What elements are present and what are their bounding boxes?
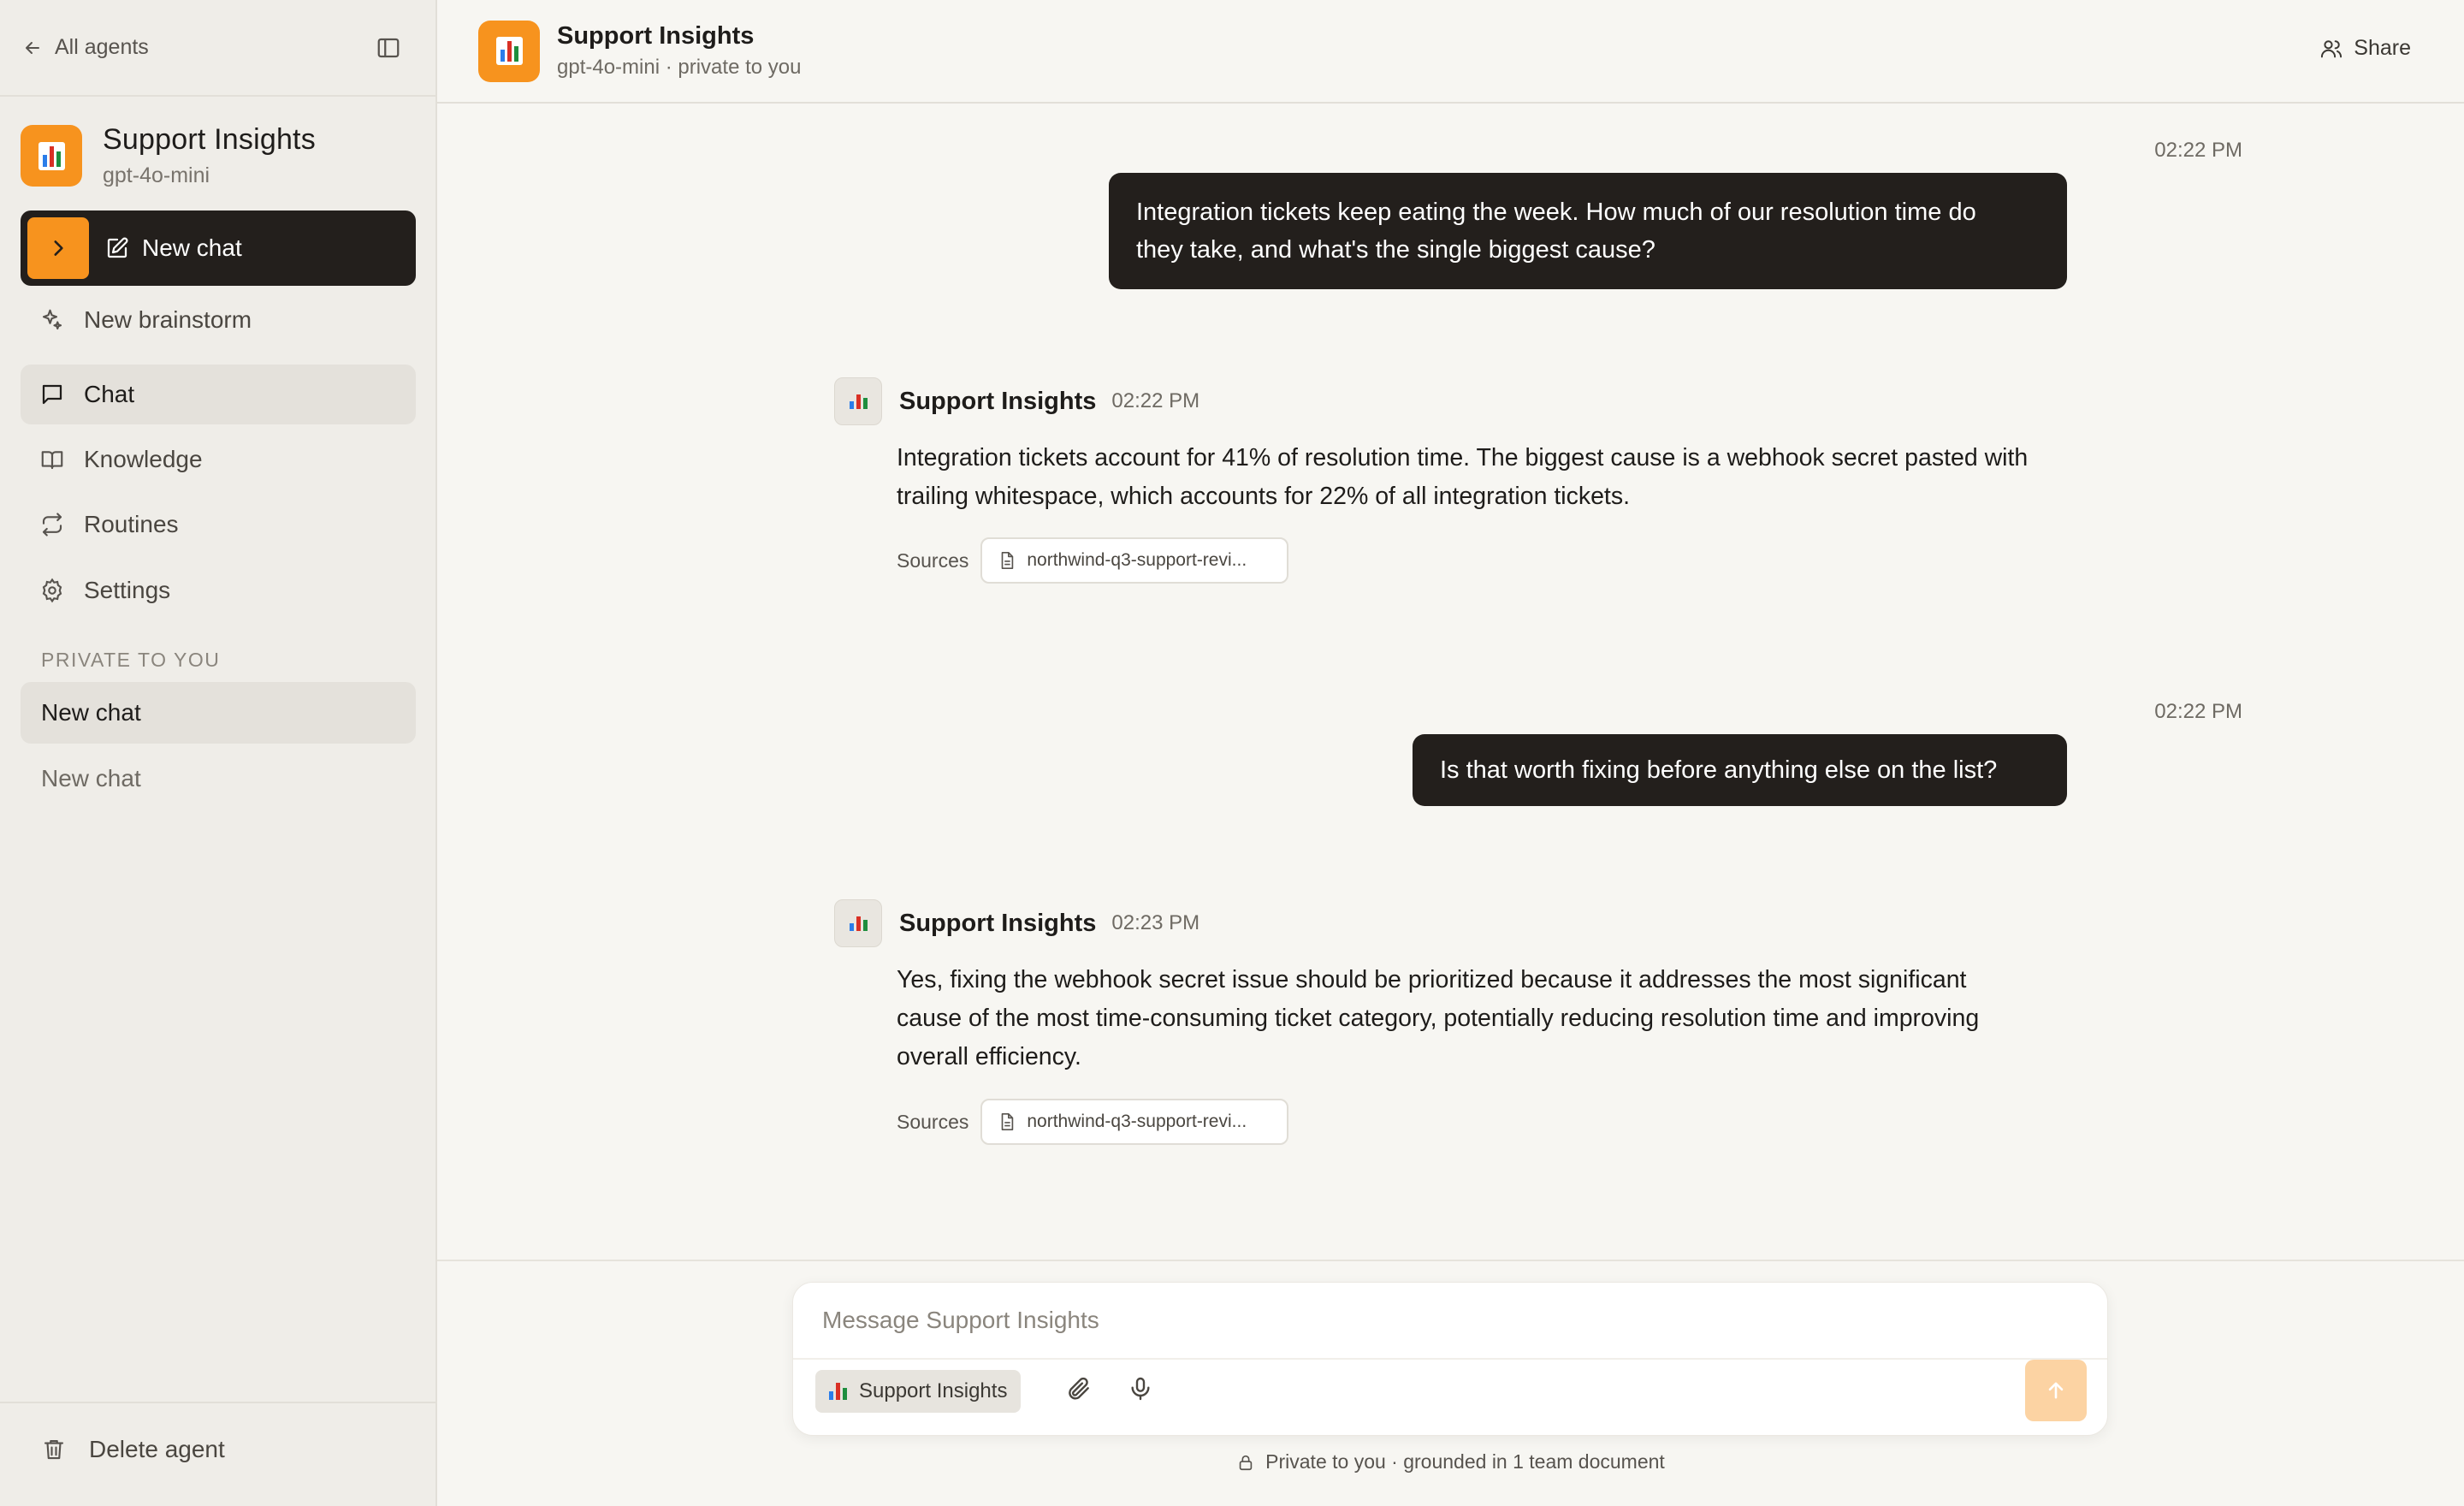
- agent-avatar: [21, 125, 82, 187]
- sidebar-footer: Delete agent: [0, 1402, 435, 1506]
- message-line: trailing whitespace, which accounts for …: [897, 483, 1631, 510]
- document-icon: [1002, 552, 1014, 569]
- message-line: Yes, fixing the webhook secret issue sho…: [897, 966, 1967, 993]
- book-icon: [41, 451, 63, 470]
- assistant-avatar: [834, 899, 882, 947]
- send-button[interactable]: [2025, 1360, 2087, 1421]
- all-agents-link[interactable]: All agents: [22, 35, 149, 60]
- message-line: Is that worth fixing before anything els…: [1440, 756, 1998, 784]
- assistant-message-header: Support Insights 02:22 PM: [834, 377, 1199, 425]
- assistant-avatar: [834, 377, 882, 425]
- message-line: overall efficiency.: [897, 1043, 1081, 1070]
- message-sources: Sources northwind-q3-support-revi...: [897, 537, 1289, 584]
- sidebar-panel-icon: [377, 38, 400, 57]
- attach-button[interactable]: [1065, 1375, 1093, 1407]
- sidebar-item-label: Chat: [84, 381, 135, 407]
- bar-chart-icon: [495, 37, 523, 65]
- bar-chart-icon: [38, 141, 65, 170]
- message-line: Integration tickets account for 41% of r…: [897, 444, 2029, 471]
- sidebar: All agents Support Insights gpt-4o-mini: [0, 0, 437, 1506]
- main-panel: Support Insights gpt-4o-mini · private t…: [437, 0, 2464, 1506]
- all-agents-label: All agents: [55, 35, 149, 59]
- agent-model: gpt-4o-mini: [103, 163, 210, 187]
- assistant-name: Support Insights: [899, 909, 1097, 937]
- document-icon: [1002, 1113, 1014, 1130]
- share-button[interactable]: Share: [2319, 36, 2411, 61]
- chat-history-item[interactable]: New chat: [21, 748, 416, 809]
- new-chat-label: New chat: [142, 234, 242, 261]
- trash-icon: [44, 1439, 64, 1460]
- message-composer: Support Insights: [792, 1282, 2108, 1436]
- message-line: they take, and what's the single biggest…: [1136, 236, 1656, 264]
- sidebar-item-new-brainstorm[interactable]: New brainstorm: [21, 290, 416, 350]
- delete-agent-label: Delete agent: [89, 1436, 225, 1462]
- chevron-right-icon: [27, 217, 89, 279]
- sidebar-item-label: New brainstorm: [84, 306, 252, 333]
- header-title: Support Insights: [557, 22, 755, 50]
- agent-avatar: [478, 20, 540, 82]
- assistant-message-header: Support Insights 02:23 PM: [834, 899, 1199, 947]
- composer-footnote: Private to you · grounded in 1 team docu…: [437, 1450, 2464, 1473]
- message-timestamp: 02:22 PM: [1111, 389, 1200, 412]
- source-filename: northwind-q3-support-revi...: [1027, 550, 1247, 570]
- bar-chart-icon: [849, 916, 868, 931]
- agent-header: Support Insights gpt-4o-mini: [0, 97, 435, 191]
- delete-agent-button[interactable]: Delete agent: [41, 1436, 225, 1463]
- sidebar-item-label: Knowledge: [84, 446, 203, 472]
- message-input[interactable]: [822, 1307, 2020, 1334]
- microphone-icon: [1131, 1377, 1150, 1401]
- bar-chart-icon: [849, 394, 868, 409]
- message-timestamp: 02:23 PM: [1111, 911, 1200, 934]
- sidebar-item-routines[interactable]: Routines: [21, 495, 416, 554]
- sidebar-item-label: Routines: [84, 511, 179, 537]
- chat-header: Support Insights gpt-4o-mini · private t…: [437, 0, 2464, 104]
- sources-label: Sources: [897, 548, 969, 572]
- arrow-left-icon: [26, 41, 39, 54]
- sidebar-item-label: Settings: [84, 577, 171, 603]
- message-sources: Sources northwind-q3-support-revi...: [897, 1099, 1289, 1145]
- sources-label: Sources: [897, 1110, 969, 1133]
- collapse-sidebar-button[interactable]: [376, 35, 401, 61]
- assistant-name: Support Insights: [899, 387, 1097, 415]
- paperclip-icon: [1069, 1377, 1089, 1400]
- lock-icon: [1239, 1455, 1253, 1470]
- sparkle-icon: [42, 309, 62, 330]
- user-message: Is that worth fixing before anything els…: [1413, 734, 2067, 806]
- source-document-chip[interactable]: northwind-q3-support-revi...: [980, 1099, 1289, 1145]
- gear-icon: [42, 578, 62, 603]
- new-chat-button[interactable]: New chat: [21, 210, 416, 286]
- share-label: Share: [2354, 36, 2411, 60]
- agent-name: Support Insights: [103, 123, 316, 156]
- repeat-icon: [42, 513, 62, 537]
- edit-icon: [104, 235, 130, 261]
- user-message: Integration tickets keep eating the week…: [1109, 173, 2067, 289]
- arrow-up-icon: [2048, 1382, 2064, 1399]
- sidebar-item-chat[interactable]: Chat: [21, 365, 416, 424]
- agent-chip-label: Support Insights: [859, 1379, 1008, 1402]
- users-icon: [2321, 39, 2343, 57]
- sidebar-item-settings[interactable]: Settings: [21, 560, 416, 620]
- message-timestamp: 02:22 PM: [2154, 139, 2242, 162]
- header-subtitle: gpt-4o-mini · private to you: [557, 56, 802, 79]
- section-label-private: PRIVATE TO YOU: [41, 649, 221, 671]
- message-line: cause of the most time-consuming ticket …: [897, 1005, 1980, 1032]
- message-line: Integration tickets keep eating the week…: [1136, 199, 1976, 226]
- composer-separator: [793, 1358, 2107, 1360]
- app-window: All agents Support Insights gpt-4o-mini: [0, 0, 2464, 1506]
- sidebar-top-bar: All agents: [0, 0, 435, 97]
- message-timestamp: 02:22 PM: [2154, 700, 2242, 723]
- source-filename: northwind-q3-support-revi...: [1027, 1112, 1247, 1131]
- composer-divider: [437, 1260, 2464, 1261]
- source-document-chip[interactable]: northwind-q3-support-revi...: [980, 537, 1289, 584]
- assistant-message: Integration tickets account for 41% of r…: [897, 439, 2094, 516]
- chat-bubble-icon: [42, 384, 62, 405]
- assistant-message: Yes, fixing the webhook secret issue sho…: [897, 961, 2094, 1076]
- footnote-text: Private to you · grounded in 1 team docu…: [1265, 1450, 1665, 1473]
- sidebar-item-knowledge[interactable]: Knowledge: [21, 430, 416, 489]
- bar-chart-icon: [829, 1383, 847, 1400]
- microphone-button[interactable]: [1127, 1375, 1154, 1407]
- agent-selector-chip[interactable]: Support Insights: [815, 1370, 1022, 1413]
- chat-history-item[interactable]: New chat: [21, 682, 416, 744]
